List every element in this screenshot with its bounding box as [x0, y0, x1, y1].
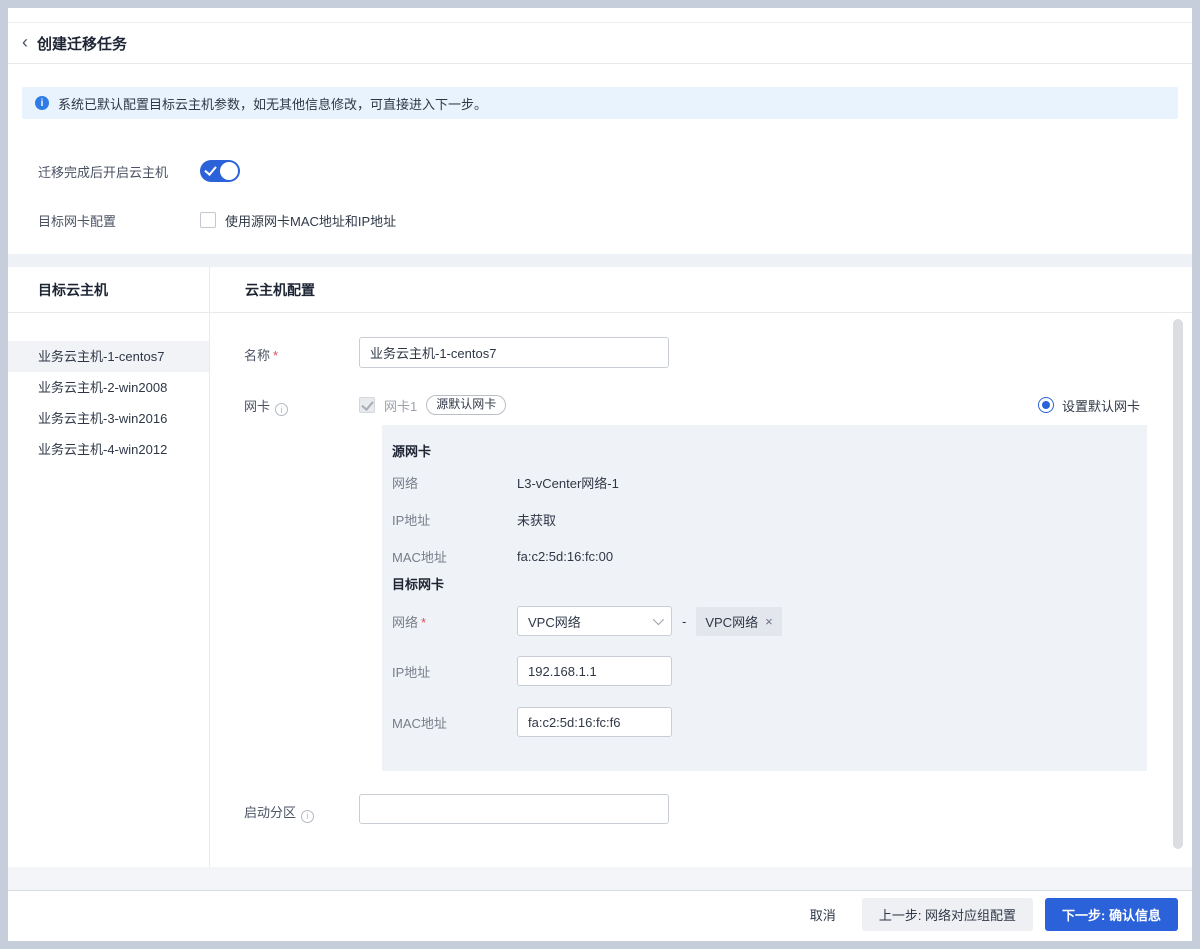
vm-sidebar: 业务云主机-1-centos7 业务云主机-2-win2008 业务云主机-3-… — [8, 313, 210, 867]
required-asterisk: * — [273, 348, 278, 363]
section-body: 业务云主机-1-centos7 业务云主机-2-win2008 业务云主机-3-… — [8, 313, 1192, 867]
power-on-label: 迁移完成后开启云主机 — [38, 162, 200, 181]
target-network-tag-label: VPC网络 — [705, 612, 758, 631]
footer-actions: 取消 上一步: 网络对应组配置 下一步: 确认信息 — [8, 890, 1192, 937]
mapping-dash: - — [682, 614, 686, 629]
prev-step-button[interactable]: 上一步: 网络对应组配置 — [862, 898, 1033, 931]
next-step-button[interactable]: 下一步: 确认信息 — [1045, 898, 1178, 931]
nic1-checkbox — [359, 397, 375, 413]
source-ip-value: 未获取 — [517, 510, 556, 529]
use-source-mac-ip-label[interactable]: 使用源网卡MAC地址和IP地址 — [225, 211, 396, 230]
page-header: ‹ 创建迁移任务 — [8, 23, 1192, 64]
nic-detail-panel: 源网卡 网络 L3-vCenter网络-1 IP地址 未获取 MAC地址 f — [382, 425, 1147, 771]
sidebar-item-vm-3[interactable]: 业务云主机-3-win2016 — [8, 403, 209, 434]
window-frame: ‹ 创建迁移任务 i 系统已默认配置目标云主机参数，如无其他信息修改，可直接进入… — [0, 0, 1200, 949]
set-default-nic-radio-group[interactable]: 设置默认网卡 — [1038, 396, 1140, 415]
name-row: 名称* — [210, 337, 1192, 368]
info-banner: i 系统已默认配置目标云主机参数，如无其他信息修改，可直接进入下一步。 — [22, 87, 1178, 119]
vertical-scrollbar[interactable] — [1173, 319, 1183, 849]
target-network-selected-value: VPC网络 — [528, 612, 653, 631]
sidebar-item-vm-4[interactable]: 业务云主机-4-win2012 — [8, 434, 209, 465]
options-block: i 系统已默认配置目标云主机参数，如无其他信息修改，可直接进入下一步。 迁移完成… — [8, 64, 1192, 254]
required-asterisk: * — [421, 615, 426, 630]
boot-partition-info-icon: i — [301, 810, 314, 823]
vm-config-form: 名称* 网卡i 网卡1 源默认网卡 设置默认网卡 — [210, 313, 1192, 867]
top-strip — [8, 8, 1192, 23]
page-title: 创建迁移任务 — [37, 33, 127, 54]
chevron-down-icon — [653, 614, 664, 625]
config-header: 云主机配置 — [210, 267, 1192, 312]
section-gap — [8, 254, 1192, 267]
section-headers: 目标云主机 云主机配置 — [8, 267, 1192, 313]
target-nic-title: 目标网卡 — [392, 574, 444, 593]
nic-config-row: 目标网卡配置 使用源网卡MAC地址和IP地址 — [8, 210, 1192, 230]
back-icon[interactable]: ‹ — [22, 33, 28, 51]
target-ip-row: IP地址 — [392, 656, 1147, 686]
sidebar-item-vm-1[interactable]: 业务云主机-1-centos7 — [8, 341, 209, 372]
target-nic-heading-row: 目标网卡 — [392, 574, 1147, 593]
target-mac-label: MAC地址 — [392, 713, 517, 732]
nic-row: 网卡i 网卡1 源默认网卡 设置默认网卡 — [210, 395, 1192, 415]
power-on-row: 迁移完成后开启云主机 — [8, 159, 1192, 183]
source-ip-row: IP地址 未获取 — [392, 510, 1147, 529]
footer-gap — [8, 867, 1192, 890]
name-label: 名称* — [244, 337, 359, 368]
toggle-knob — [220, 162, 238, 180]
boot-partition-input[interactable] — [359, 794, 669, 824]
app: ‹ 创建迁移任务 i 系统已默认配置目标云主机参数，如无其他信息修改，可直接进入… — [8, 8, 1192, 941]
source-network-row: 网络 L3-vCenter网络-1 — [392, 473, 1147, 492]
target-mac-input[interactable] — [517, 707, 672, 737]
tag-close-icon[interactable]: × — [765, 615, 773, 628]
source-default-nic-badge: 源默认网卡 — [426, 395, 506, 415]
use-source-mac-ip-checkbox[interactable] — [200, 212, 216, 228]
sidebar-title: 目标云主机 — [38, 280, 108, 300]
nic-info-icon: i — [275, 403, 288, 416]
sidebar-item-vm-2[interactable]: 业务云主机-2-win2008 — [8, 372, 209, 403]
sidebar-header: 目标云主机 — [8, 267, 210, 312]
source-ip-label: IP地址 — [392, 510, 517, 529]
set-default-nic-label: 设置默认网卡 — [1062, 396, 1140, 415]
toggle-check-icon — [204, 163, 216, 176]
source-mac-row: MAC地址 fa:c2:5d:16:fc:00 — [392, 547, 1147, 566]
config-title: 云主机配置 — [245, 280, 315, 300]
nic1-label: 网卡1 — [384, 396, 417, 415]
source-network-value: L3-vCenter网络-1 — [517, 473, 619, 492]
target-network-row: 网络* VPC网络 - VPC网络 × — [392, 606, 1147, 636]
target-ip-input[interactable] — [517, 656, 672, 686]
boot-partition-label: 启动分区i — [244, 794, 359, 824]
power-on-toggle[interactable] — [200, 160, 240, 182]
boot-partition-row: 启动分区i — [210, 794, 1192, 824]
source-nic-heading-row: 源网卡 — [392, 441, 1147, 460]
source-network-label: 网络 — [392, 473, 517, 492]
nic-config-label: 目标网卡配置 — [38, 211, 200, 230]
target-network-tag: VPC网络 × — [696, 607, 781, 636]
info-icon: i — [35, 96, 49, 110]
target-network-label: 网络* — [392, 612, 517, 631]
target-network-select[interactable]: VPC网络 — [517, 606, 672, 636]
name-input[interactable] — [359, 337, 669, 368]
target-mac-row: MAC地址 — [392, 707, 1147, 737]
source-nic-title: 源网卡 — [392, 441, 431, 460]
cancel-button[interactable]: 取消 — [794, 898, 852, 931]
nic-label: 网卡i — [244, 396, 359, 415]
target-ip-label: IP地址 — [392, 662, 517, 681]
vm-config-section: 目标云主机 云主机配置 业务云主机-1-centos7 业务云主机-2-win2… — [8, 267, 1192, 867]
source-mac-value: fa:c2:5d:16:fc:00 — [517, 549, 613, 564]
source-mac-label: MAC地址 — [392, 547, 517, 566]
set-default-nic-radio[interactable] — [1038, 397, 1054, 413]
info-banner-text: 系统已默认配置目标云主机参数，如无其他信息修改，可直接进入下一步。 — [58, 94, 487, 113]
